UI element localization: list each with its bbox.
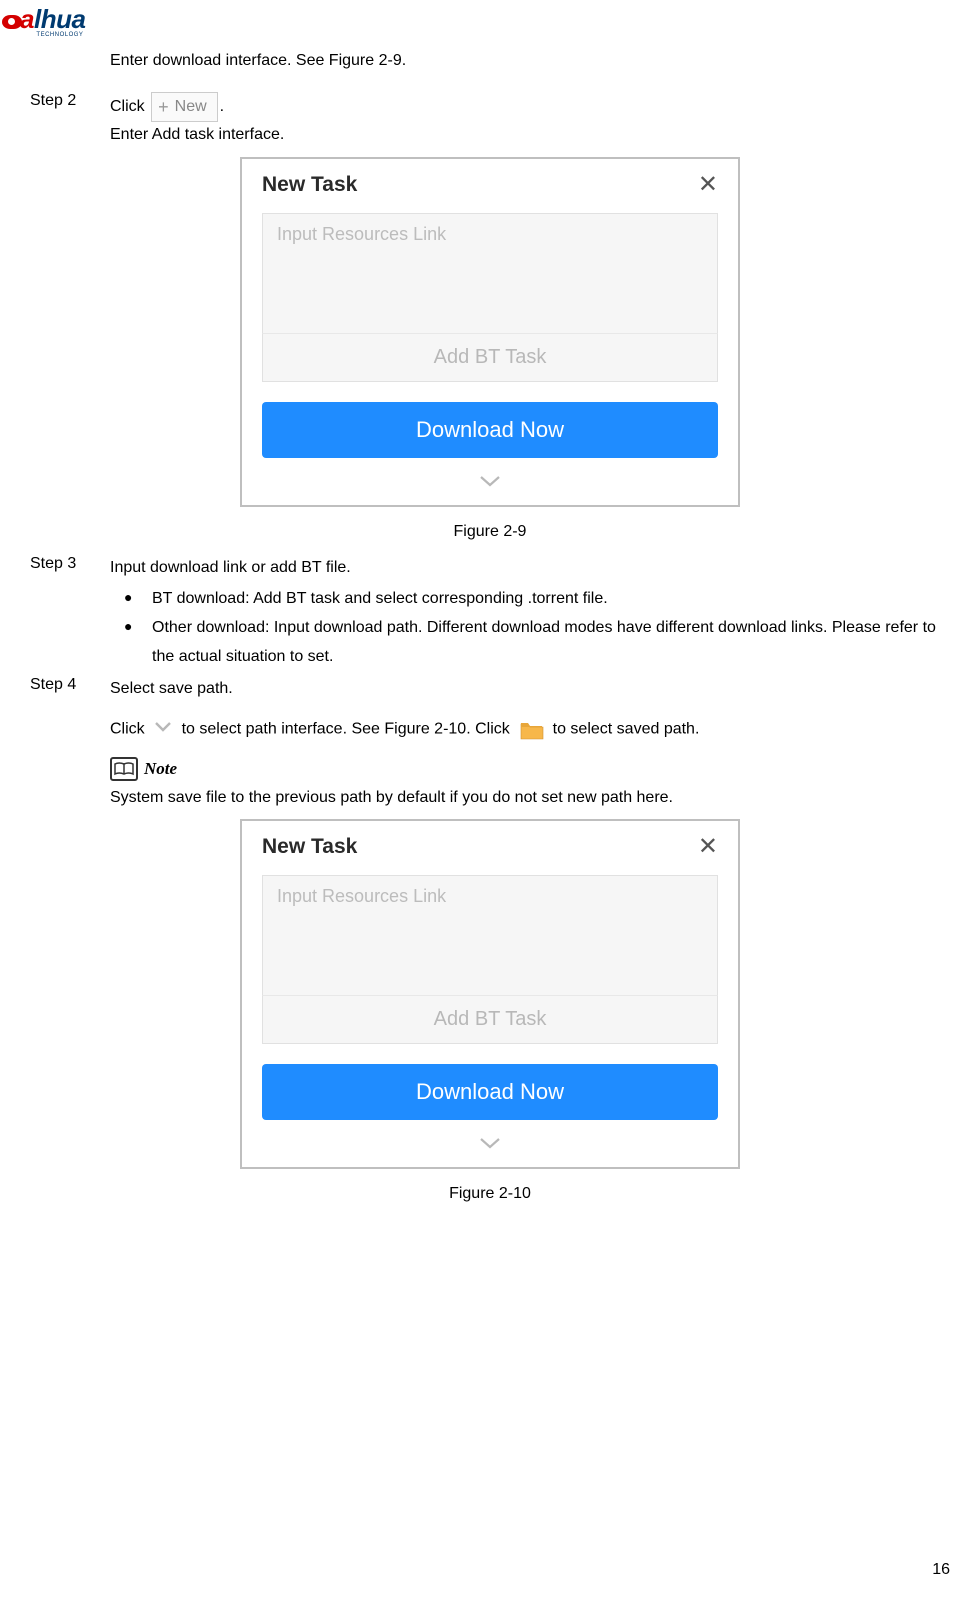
note-label: Note: [144, 755, 177, 783]
note-text-body: System save file to the previous path by…: [110, 785, 950, 811]
add-bt-task-button-2[interactable]: Add BT Task: [262, 995, 718, 1044]
download-now-button[interactable]: Download Now: [262, 402, 718, 458]
step3-bullets: BT download: Add BT task and select corr…: [110, 585, 950, 671]
step2-click-post: .: [220, 99, 224, 116]
step3-bullet-1: BT download: Add BT task and select corr…: [110, 585, 950, 614]
chevron-down-icon-2: [479, 1136, 501, 1150]
new-task-dialog-fig210: New Task ✕ Input Resources Link Add BT T…: [240, 819, 740, 1169]
step4-line: Select save path.: [110, 680, 233, 697]
brand-logo: alhua TECHNOLOGY: [2, 4, 85, 38]
new-button-inline[interactable]: + New: [151, 92, 218, 122]
logo-text-a: a: [20, 4, 34, 34]
new-task-dialog-fig29: New Task ✕ Input Resources Link Add BT T…: [240, 157, 740, 507]
close-icon-2[interactable]: ✕: [698, 835, 718, 859]
folder-icon[interactable]: [520, 720, 542, 738]
chevron-down-icon: [479, 474, 501, 488]
note-book-icon: [110, 757, 138, 781]
expand-chevron[interactable]: [262, 468, 718, 497]
logo-subtext: TECHNOLOGY: [2, 32, 85, 38]
plus-icon: +: [158, 98, 169, 116]
step4-click-mid: to select path interface. See Figure 2-1…: [182, 720, 515, 737]
step2-line2: Enter Add task interface.: [110, 122, 950, 148]
step4-click-pre: Click: [110, 720, 145, 737]
step3-bullet-2: Other download: Input download path. Dif…: [110, 614, 950, 672]
logo-eye-icon: [2, 15, 22, 29]
step2-label: Step 2: [30, 92, 110, 110]
add-bt-task-button[interactable]: Add BT Task: [262, 333, 718, 382]
step2-click-pre: Click: [110, 99, 145, 116]
figure-2-10-caption: Figure 2-10: [30, 1185, 950, 1203]
close-icon[interactable]: ✕: [698, 173, 718, 197]
download-now-button-2[interactable]: Download Now: [262, 1064, 718, 1120]
page-number: 16: [932, 1561, 950, 1579]
step3-line: Input download link or add BT file.: [110, 559, 351, 576]
expand-chevron-2[interactable]: [262, 1130, 718, 1159]
resource-link-placeholder: Input Resources Link: [277, 224, 446, 244]
step4-click-post: to select saved path.: [553, 720, 700, 737]
resource-link-placeholder-2: Input Resources Link: [277, 886, 446, 906]
dialog-title-2: New Task: [262, 835, 357, 859]
figure-2-9-caption: Figure 2-9: [30, 523, 950, 541]
step3-label: Step 3: [30, 555, 110, 573]
new-button-label: New: [175, 94, 207, 120]
resource-link-input-2[interactable]: Input Resources Link: [262, 875, 718, 995]
step4-label: Step 4: [30, 676, 110, 694]
inline-chevron-down-icon[interactable]: [153, 716, 173, 742]
intro-text: Enter download interface. See Figure 2-9…: [110, 48, 950, 74]
dialog-title: New Task: [262, 173, 357, 197]
logo-text-rest: lhua: [34, 4, 85, 34]
resource-link-input[interactable]: Input Resources Link: [262, 213, 718, 333]
